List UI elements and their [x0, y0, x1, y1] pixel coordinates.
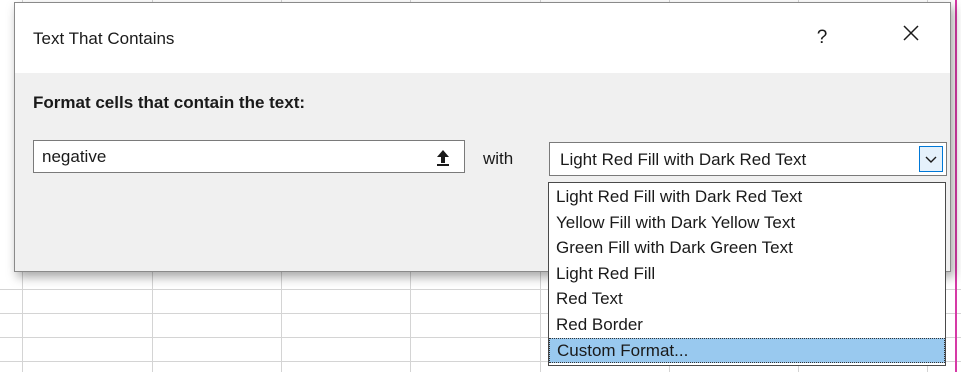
format-options-list: Light Red Fill with Dark Red Text Yellow… — [548, 182, 946, 366]
chevron-down-icon — [925, 156, 937, 163]
dropdown-toggle[interactable] — [919, 146, 943, 172]
option-red-border[interactable]: Red Border — [549, 312, 945, 338]
format-style-select[interactable]: Light Red Fill with Dark Red Text — [549, 142, 947, 176]
window-edge — [955, 0, 957, 372]
option-red-text[interactable]: Red Text — [549, 286, 945, 312]
close-icon — [903, 25, 919, 41]
dialog-titlebar: Text That Contains ? — [15, 3, 950, 73]
option-custom-format[interactable]: Custom Format... — [549, 337, 945, 364]
option-light-red-fill[interactable]: Light Red Fill — [549, 261, 945, 287]
collapse-dialog-button[interactable] — [422, 142, 464, 171]
dialog-title: Text That Contains — [33, 29, 175, 48]
help-button[interactable]: ? — [807, 23, 837, 53]
option-yellow-fill-dark-yellow-text[interactable]: Yellow Fill with Dark Yellow Text — [549, 210, 945, 236]
collapse-dialog-arrow-icon — [437, 149, 449, 166]
contains-text-input[interactable]: negative — [33, 140, 465, 173]
format-style-value: Light Red Fill with Dark Red Text — [560, 150, 807, 169]
close-button[interactable] — [893, 23, 929, 53]
with-label: with — [483, 149, 514, 168]
option-green-fill-dark-green-text[interactable]: Green Fill with Dark Green Text — [549, 235, 945, 261]
option-light-red-fill-dark-red-text[interactable]: Light Red Fill with Dark Red Text — [549, 184, 945, 210]
instruction-label: Format cells that contain the text: — [33, 93, 306, 112]
